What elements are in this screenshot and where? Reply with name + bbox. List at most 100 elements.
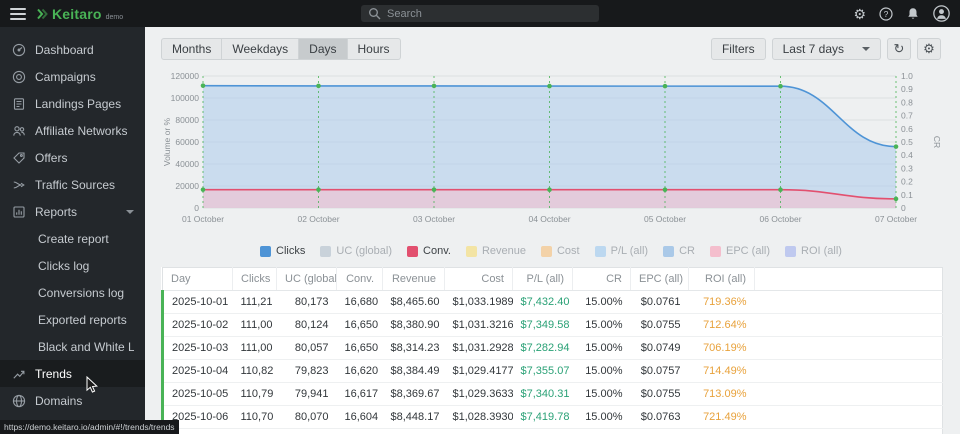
column-header-day[interactable]: Day <box>163 268 233 291</box>
cell-epc-all- <box>631 429 689 434</box>
trends-chart[interactable]: 0200004000060000800001000001200001.00.90… <box>161 66 941 241</box>
cell-roi-all-: 712.64% <box>689 314 755 337</box>
cell-filler <box>755 314 943 337</box>
sidebar-item-conversions-log[interactable]: Conversions log <box>0 279 145 306</box>
column-header-cr[interactable]: CR <box>573 268 631 291</box>
sidebar-item-offers[interactable]: Offers <box>0 144 145 171</box>
global-search[interactable] <box>361 5 599 22</box>
sidebar-item-label: Traffic Sources <box>35 178 115 192</box>
svg-text:0.8: 0.8 <box>901 97 913 107</box>
legend-swatch <box>541 246 552 257</box>
legend-item-p-l-all-[interactable]: P/L (all) <box>595 245 649 257</box>
cell-p-l-all- <box>513 429 573 434</box>
column-header-cost[interactable]: Cost <box>445 268 513 291</box>
chart-settings-button[interactable]: ⚙ <box>917 38 941 60</box>
cell-cost: $1,029.4177 <box>445 360 513 383</box>
legend-item-uc-global-[interactable]: UC (global) <box>320 245 392 257</box>
landings-pages-icon <box>11 96 26 111</box>
svg-text:0.6: 0.6 <box>901 124 913 134</box>
svg-text:0.1: 0.1 <box>901 190 913 200</box>
svg-text:40000: 40000 <box>175 159 199 169</box>
column-header-clicks[interactable]: Clicks <box>233 268 277 291</box>
sidebar-item-label: Conversions log <box>38 286 124 300</box>
domains-icon <box>11 393 26 408</box>
period-tab-hours[interactable]: Hours <box>348 38 401 60</box>
period-tabs: MonthsWeekdaysDaysHours <box>161 38 401 60</box>
legend-item-revenue[interactable]: Revenue <box>466 245 526 257</box>
search-input[interactable] <box>387 8 592 20</box>
cell-uc-global-: 80,070 <box>277 406 337 429</box>
filters-button[interactable]: Filters <box>711 38 766 60</box>
sidebar-item-label: Affiliate Networks <box>35 124 127 138</box>
svg-text:60000: 60000 <box>175 137 199 147</box>
svg-text:CR: CR <box>932 136 941 148</box>
help-icon[interactable]: ? <box>879 7 893 21</box>
svg-text:03 October: 03 October <box>413 214 455 224</box>
sidebar-item-trends[interactable]: Trends <box>0 360 145 387</box>
sidebar-item-create-report[interactable]: Create report <box>0 225 145 252</box>
cell-p-l-all-: $7,432.40 <box>513 291 573 314</box>
legend-label: UC (global) <box>336 245 392 257</box>
legend-item-clicks[interactable]: Clicks <box>260 245 305 257</box>
legend-label: ROI (all) <box>801 245 842 257</box>
svg-text:0: 0 <box>901 203 906 213</box>
trends-icon <box>11 366 26 381</box>
svg-text:0: 0 <box>194 203 199 213</box>
refresh-button[interactable]: ↻ <box>887 38 911 60</box>
column-header-roi-all-[interactable]: ROI (all) <box>689 268 755 291</box>
brand-name: Keitaro <box>52 6 102 22</box>
legend-label: Cost <box>557 245 580 257</box>
sidebar-item-domains[interactable]: Domains <box>0 387 145 414</box>
legend-item-cost[interactable]: Cost <box>541 245 580 257</box>
sidebar-item-traffic-sources[interactable]: Traffic Sources <box>0 171 145 198</box>
brand-logo[interactable]: Keitaro demo <box>36 6 123 22</box>
legend-item-roi-all-[interactable]: ROI (all) <box>785 245 842 257</box>
legend-label: P/L (all) <box>611 245 649 257</box>
cell-clicks: 111,21 <box>233 291 277 314</box>
period-tab-weekdays[interactable]: Weekdays <box>222 38 299 60</box>
cell-cost: $1,031.2928 <box>445 337 513 360</box>
sidebar-item-campaigns[interactable]: Campaigns <box>0 63 145 90</box>
legend-item-cr[interactable]: CR <box>663 245 695 257</box>
column-header-filler <box>755 268 943 291</box>
cell-revenue: $8,380.90 <box>383 314 445 337</box>
cell-cost <box>445 429 513 434</box>
legend-label: EPC (all) <box>726 245 770 257</box>
sidebar-item-black-and-white-lists[interactable]: Black and White Lists <box>0 333 145 360</box>
campaigns-icon <box>11 69 26 84</box>
svg-text:05 October: 05 October <box>644 214 686 224</box>
cell-epc-all-: $0.0761 <box>631 291 689 314</box>
column-header-p-l-all-[interactable]: P/L (all) <box>513 268 573 291</box>
sidebar-item-clicks-log[interactable]: Clicks log <box>0 252 145 279</box>
settings-gear-icon[interactable]: ⚙ <box>853 7 866 21</box>
cell-clicks <box>233 429 277 434</box>
sidebar-item-dashboard[interactable]: Dashboard <box>0 36 145 63</box>
legend-item-conv-[interactable]: Conv. <box>407 245 451 257</box>
sidebar-item-label: Dashboard <box>35 43 94 57</box>
period-tab-days[interactable]: Days <box>299 38 347 60</box>
cell-day: 2025-10-05 <box>163 383 233 406</box>
svg-text:01 October: 01 October <box>182 214 224 224</box>
column-header-conv-[interactable]: Conv. <box>337 268 383 291</box>
svg-text:0.3: 0.3 <box>901 163 913 173</box>
legend-swatch <box>407 246 418 257</box>
sidebar-item-affiliate-networks[interactable]: Affiliate Networks <box>0 117 145 144</box>
table-row: 2025-10-02111,0080,12416,650$8,380.90$1,… <box>163 314 943 337</box>
notifications-bell-icon[interactable] <box>906 7 920 20</box>
menu-toggle-icon[interactable] <box>10 8 26 20</box>
table-row: 2025-10-06110,7080,07016,604$8,448.17$1,… <box>163 406 943 429</box>
period-tab-months[interactable]: Months <box>161 38 222 60</box>
date-range-value: Last 7 days <box>783 42 844 56</box>
column-header-revenue[interactable]: Revenue <box>383 268 445 291</box>
column-header-uc-global-[interactable]: UC (global) <box>277 268 337 291</box>
sidebar-item-exported-reports[interactable]: Exported reports <box>0 306 145 333</box>
sidebar-item-landings-pages[interactable]: Landings Pages <box>0 90 145 117</box>
sidebar-item-reports[interactable]: Reports <box>0 198 145 225</box>
legend-swatch <box>785 246 796 257</box>
date-range-select[interactable]: Last 7 days <box>772 38 881 60</box>
column-header-epc-all-[interactable]: EPC (all) <box>631 268 689 291</box>
cell-cr <box>573 429 631 434</box>
sidebar-nav: Dashboard CampaignsLandings Pages Affiliat… <box>0 36 145 414</box>
user-avatar[interactable] <box>933 5 950 22</box>
legend-item-epc-all-[interactable]: EPC (all) <box>710 245 770 257</box>
